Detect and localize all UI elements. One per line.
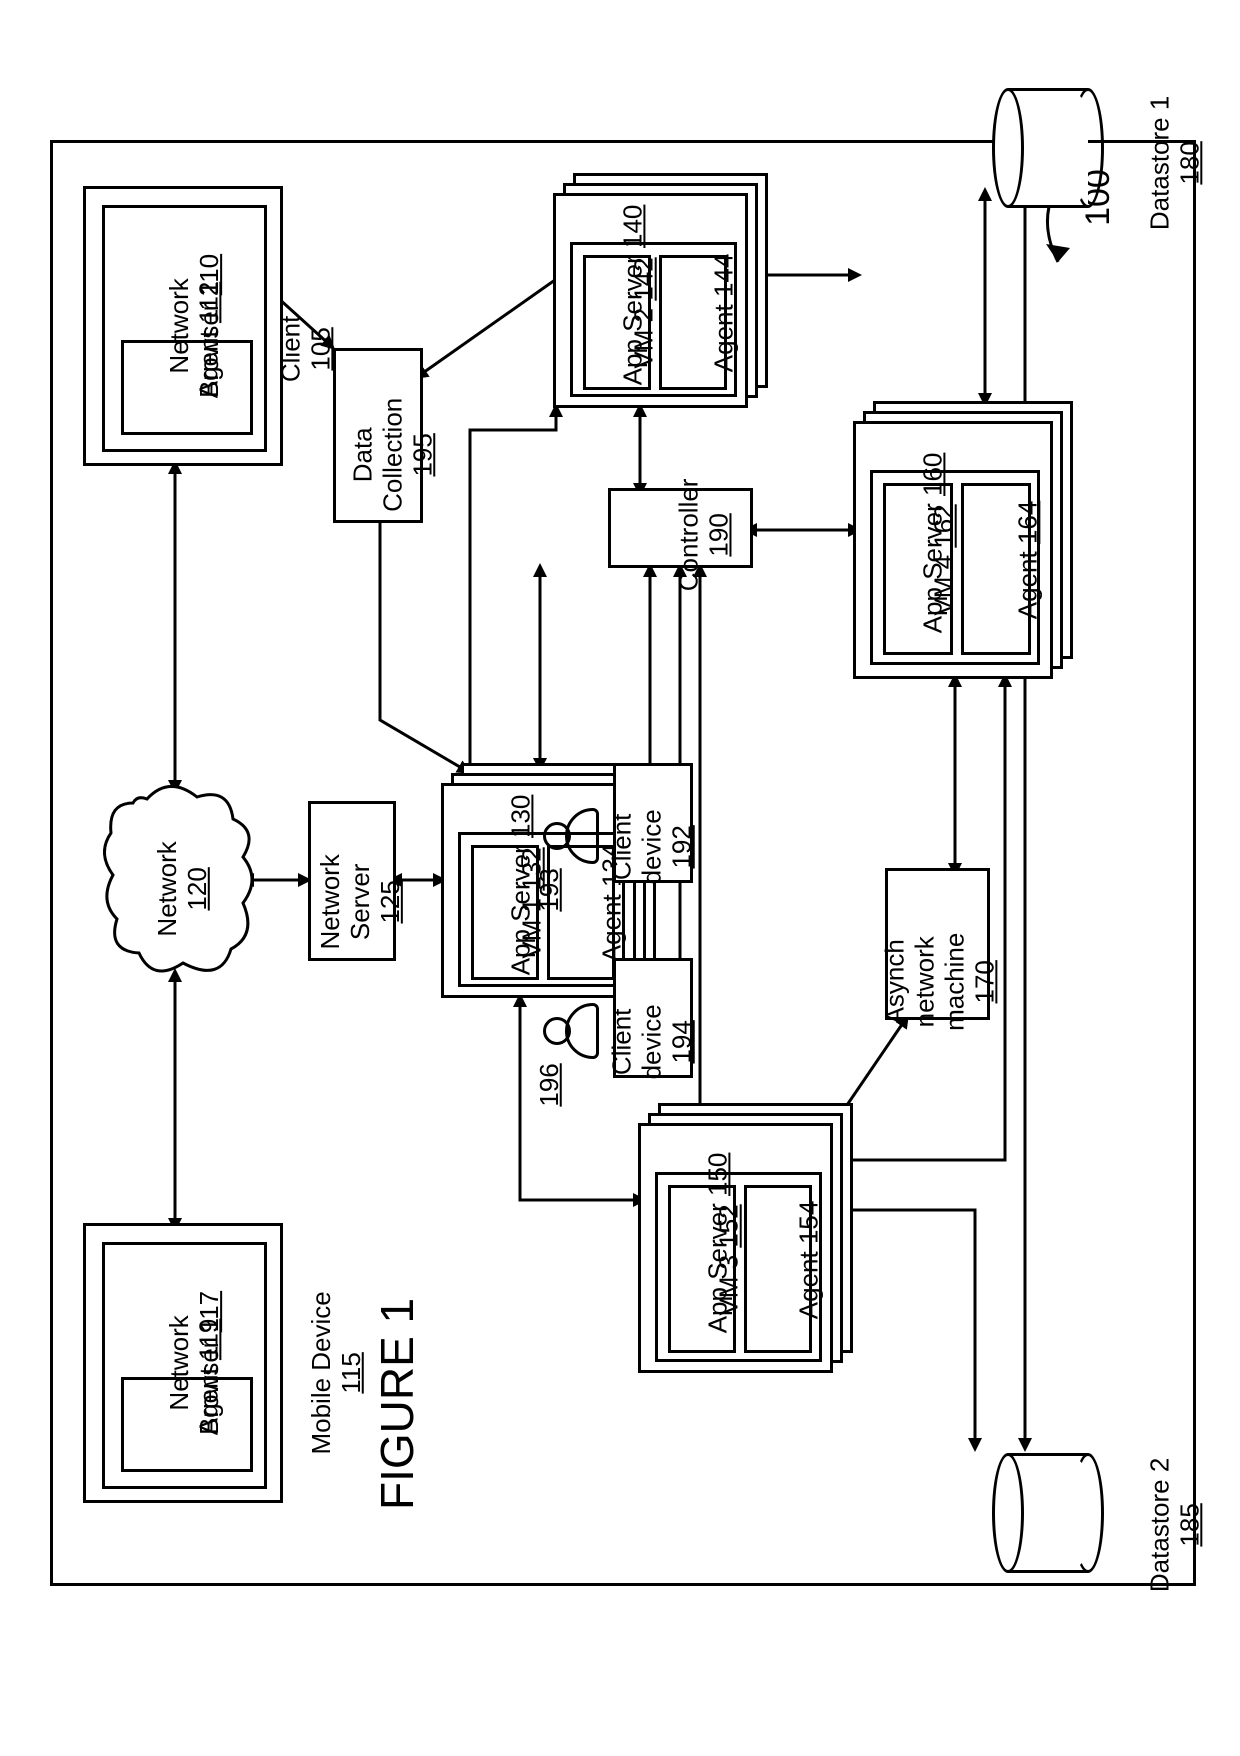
page: 100	[0, 0, 1240, 1756]
app-server-4-vm: VM 4 162	[930, 504, 960, 615]
client-label: Client 105	[276, 316, 336, 382]
asynch-label: Asynch network machine 170	[880, 933, 1000, 1031]
user-1-ref: 193	[535, 868, 565, 911]
network-server-label: Network Server 125	[316, 854, 406, 949]
mobile-label: Mobile Device 115	[307, 1291, 367, 1454]
user-icon-1	[543, 808, 599, 864]
client-device-2-label: Client device 194	[608, 1004, 698, 1079]
app-server-4-agent: Agent 164	[1013, 501, 1043, 620]
mobile-agent-label: Agent 119	[194, 1319, 224, 1436]
app-server-2-agent: Agent 144	[709, 254, 739, 373]
controller-label: Controller 190	[674, 479, 734, 592]
app-server-3-agent: Agent 154	[794, 1201, 824, 1320]
datastore-2-label: Datastore 2 185	[1145, 1458, 1205, 1592]
network-label: Network 120	[153, 841, 213, 936]
app-server-3-vm: VM 3 152	[715, 1204, 745, 1315]
diagram-frame: Client 105 Network Browser 110 Agent 112…	[50, 140, 1196, 1586]
figure-label: FIGURE 1	[370, 1298, 424, 1510]
datastore-2	[1008, 1453, 1088, 1573]
client-device-1-label: Client device 192	[608, 809, 698, 884]
client-agent-label: Agent 112	[194, 282, 224, 399]
user-icon-2	[543, 1003, 599, 1059]
user-2-ref: 196	[535, 1063, 565, 1106]
data-collection-label: Data Collection 195	[348, 398, 438, 512]
datastore-1-label: Datastore 1 180	[1145, 96, 1205, 230]
datastore-1	[1008, 88, 1088, 208]
app-server-2-vm: VM 2 142	[630, 257, 660, 368]
